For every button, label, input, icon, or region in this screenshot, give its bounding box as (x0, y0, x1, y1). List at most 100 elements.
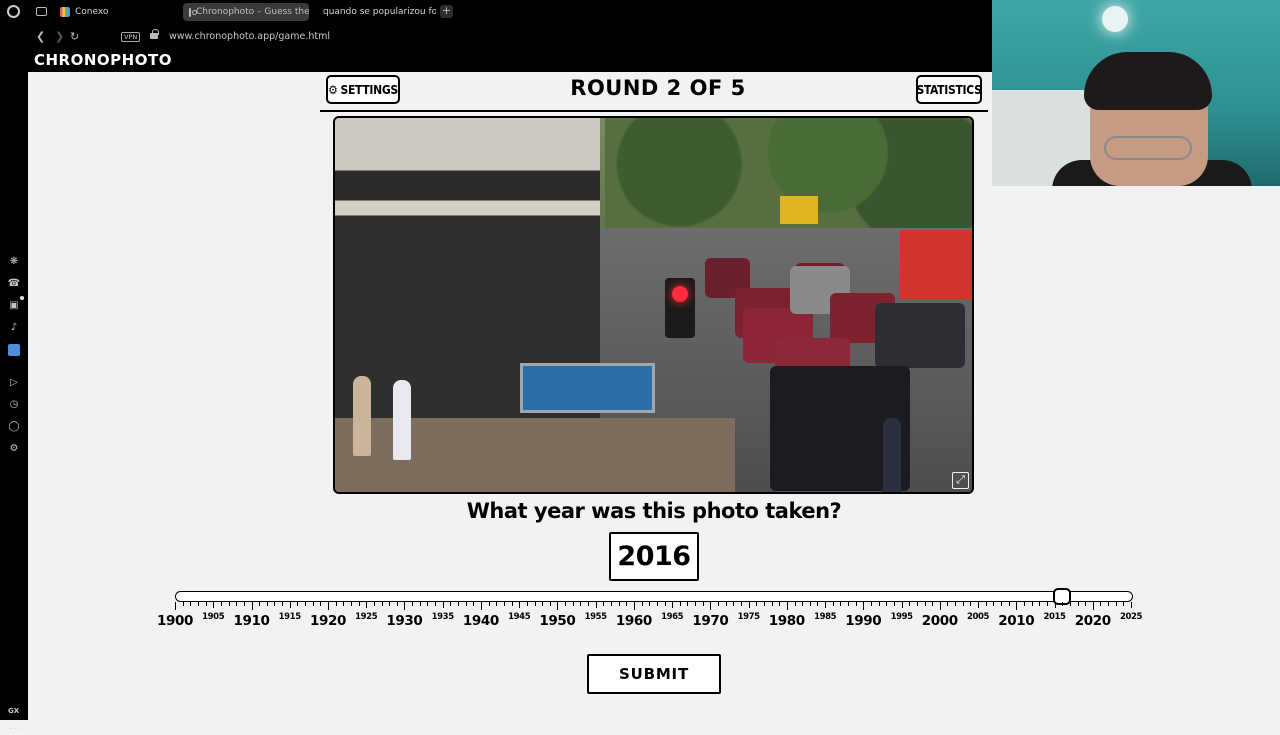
year-slider[interactable] (175, 591, 1133, 602)
slider-tick (328, 602, 329, 610)
slider-tick (1108, 602, 1110, 606)
slider-tick (1069, 602, 1071, 606)
slider-tick (358, 602, 360, 606)
slider-tick (718, 602, 719, 606)
header-divider (320, 110, 988, 112)
slider-tick (626, 602, 628, 606)
slider-tick (1077, 602, 1079, 606)
tick-label: 1900 (157, 613, 193, 629)
photo-yellow-truck (780, 196, 818, 224)
question-text: What year was this photo taken? (466, 499, 842, 523)
tick-label: 1920 (310, 613, 346, 629)
slider-tick (220, 602, 222, 606)
slider-tick (1123, 602, 1125, 606)
slider-tick (427, 602, 429, 606)
slider-tick (733, 602, 735, 606)
browser-sidebar: ❋ ☎ ▣ ♪ ▷ ◷ ◯ ⚙ GX ··· (0, 24, 28, 735)
slider-tick (649, 602, 651, 606)
slider-tick (526, 602, 528, 606)
slider-tick (702, 602, 704, 606)
tab-chronophoto[interactable]: Chronophoto – Guess the (183, 3, 309, 21)
tick-label: 1985 (814, 612, 837, 622)
selected-year-display: 2016 (609, 532, 699, 581)
slider-tick (901, 602, 903, 608)
browser-tab-bar: Conexo Chronophoto – Guess the quando se… (0, 0, 992, 24)
settings-icon[interactable]: ⚙ (8, 443, 20, 455)
slider-tick (404, 602, 406, 610)
tick-label: 2005 (966, 612, 990, 622)
tick-label: 1980 (768, 613, 805, 629)
webcam-lamp (1102, 6, 1128, 32)
slider-tick (473, 602, 475, 606)
tick-label: 2010 (998, 613, 1035, 629)
tick-label: 2015 (1043, 612, 1066, 622)
lock-icon[interactable] (150, 29, 159, 39)
opera-logo-icon[interactable] (7, 5, 20, 18)
reload-icon[interactable]: ↻ (70, 31, 79, 43)
slider-tick (366, 602, 368, 608)
tab-google-search[interactable]: quando se popularizou fot (312, 3, 436, 21)
tick-label: 1970 (692, 613, 729, 629)
slider-tick (695, 602, 697, 606)
vpn-badge[interactable]: VPN (121, 32, 141, 42)
slider-tick (289, 602, 291, 608)
slider-tick (939, 602, 941, 610)
game-area: ⚙ SETTINGS ROUND 2 OF 5 STATISTICS ⤢ Wha… (28, 72, 1142, 720)
tab-conexo[interactable]: Conexo (54, 3, 182, 21)
send-icon[interactable]: ▷ (8, 377, 20, 389)
slider-tick (588, 602, 589, 606)
slider-tick (840, 602, 842, 606)
gx-label[interactable]: GX (8, 707, 19, 715)
game-photo[interactable]: ⤢ (333, 116, 974, 494)
slider-tick (955, 602, 957, 606)
slider-tick (978, 602, 979, 608)
app-icon[interactable] (8, 344, 20, 356)
new-tab-button[interactable]: + (440, 5, 453, 18)
chatgpt-icon[interactable]: ❋ (8, 256, 20, 268)
slider-tick (534, 602, 536, 606)
tick-label: 1940 (462, 613, 499, 629)
slider-tick (1008, 602, 1010, 606)
address-bar: ❮ ❯ ↻ VPN www.chronophoto.app/game.html (28, 24, 992, 50)
slider-tick (580, 602, 582, 606)
slider-tick (243, 602, 245, 606)
tick-label: 1990 (845, 613, 882, 629)
photo-traffic-light (665, 278, 695, 338)
slider-tick (458, 602, 459, 606)
slider-tick (687, 602, 689, 606)
expand-icon[interactable]: ⤢ (952, 472, 969, 489)
tab-label: Conexo (75, 7, 109, 17)
tiktok-icon[interactable]: ♪ (8, 322, 20, 334)
slider-tick (825, 602, 827, 608)
slider-tick (1054, 602, 1056, 608)
slider-tick (932, 602, 934, 606)
tick-label: 1965 (661, 612, 684, 622)
statistics-button[interactable]: STATISTICS (916, 75, 982, 104)
extensions-icon[interactable]: ◯ (8, 421, 20, 433)
back-icon[interactable]: ❮ (36, 31, 45, 43)
slider-tick (213, 602, 215, 608)
slider-tick (1100, 602, 1102, 606)
tick-label: 1945 (508, 612, 531, 622)
whatsapp-icon[interactable]: ☎ (8, 278, 20, 290)
workspaces-icon[interactable] (36, 7, 47, 16)
instagram-icon[interactable]: ▣ (8, 300, 20, 312)
site-header: CHRONOPHOTO (28, 50, 992, 72)
url-field[interactable]: www.chronophoto.app/game.html (169, 31, 330, 42)
submit-button[interactable]: SUBMIT (587, 654, 721, 694)
history-icon[interactable]: ◷ (8, 399, 20, 411)
slider-tick (312, 602, 314, 606)
tick-label: 1910 (233, 613, 270, 629)
slider-tick (1092, 602, 1094, 610)
forward-icon[interactable]: ❯ (55, 31, 64, 43)
tick-label: 1975 (737, 612, 760, 622)
tick-label: 1930 (386, 613, 423, 629)
site-title[interactable]: CHRONOPHOTO (34, 51, 172, 69)
slider-tick (1016, 602, 1018, 610)
webcam-overlay (992, 0, 1280, 186)
camera-icon (189, 7, 197, 17)
slider-tick (809, 602, 811, 606)
conexo-favicon-icon (60, 7, 70, 17)
more-icon[interactable]: ··· (9, 724, 22, 735)
settings-button[interactable]: ⚙ SETTINGS (326, 75, 400, 104)
